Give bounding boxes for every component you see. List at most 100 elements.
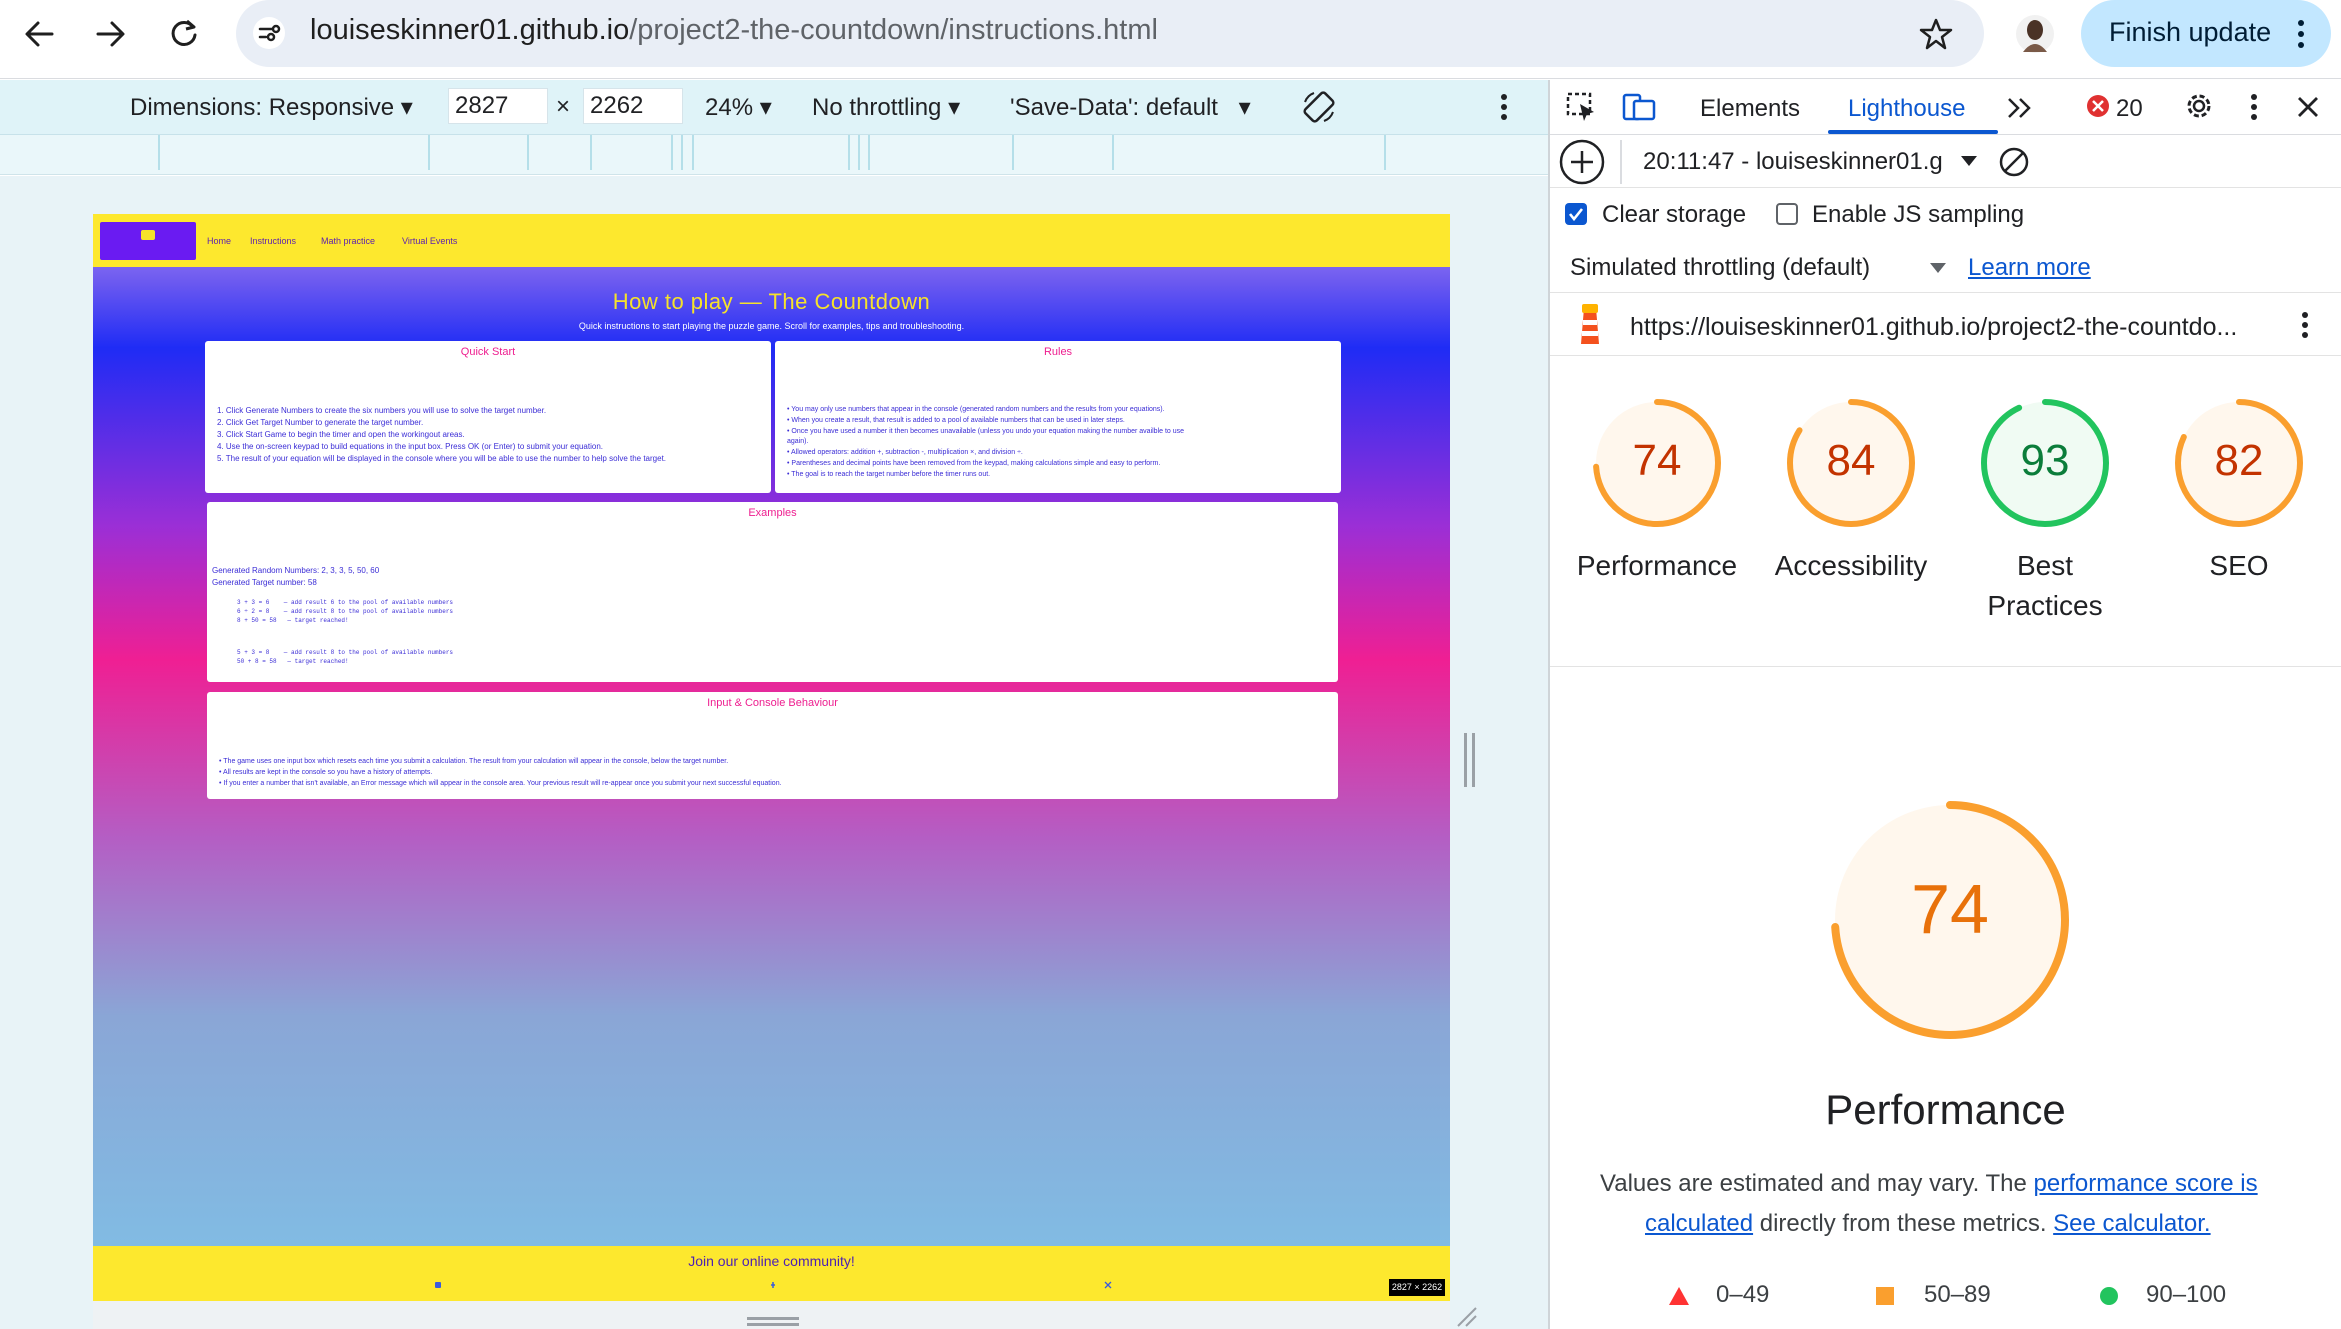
examples-card: Examples Generated Random Numbers: 2, 3,… — [207, 502, 1338, 682]
forward-arrow-icon[interactable] — [96, 20, 126, 48]
best-label: Best — [2016, 550, 2074, 581]
performance-label: Performance — [1576, 550, 1738, 581]
report-dropdown-icon[interactable] — [1960, 155, 1978, 167]
save-data-select[interactable]: 'Save-Data': default ▾ — [1010, 93, 1251, 122]
ruler-tick — [671, 135, 673, 170]
audited-url[interactable]: https://louiseskinner01.github.io/projec… — [1630, 313, 2237, 342]
dimensions-select[interactable]: Dimensions: Responsive ▾ — [130, 93, 413, 122]
height-input[interactable]: 2262 — [583, 88, 683, 124]
devtools-menu-icon[interactable] — [2250, 94, 2258, 120]
ruler-tick — [858, 135, 860, 170]
url-path: /project2-the-countdown/instructions.htm… — [629, 14, 1158, 46]
profile-avatar-icon[interactable] — [2015, 14, 2055, 54]
throttling-select[interactable]: Simulated throttling (default) — [1570, 254, 1870, 282]
nav-link-virtual-events[interactable]: Virtual Events — [402, 236, 457, 246]
js-sampling-checkbox[interactable] — [1776, 203, 1798, 225]
js-sampling-label: Enable JS sampling — [1812, 201, 2025, 228]
calculated-link[interactable]: calculated — [1645, 1210, 1753, 1237]
back-arrow-icon[interactable] — [24, 20, 54, 48]
error-icon[interactable] — [2086, 94, 2110, 118]
dimension-badge: 2827 × 2262 — [1389, 1279, 1445, 1296]
learn-more-link[interactable]: Learn more — [1968, 254, 2091, 282]
ruler-tick — [428, 135, 430, 170]
card-title: Examples — [748, 507, 797, 519]
site-logo[interactable] — [100, 222, 196, 260]
list-item: 1. Click Generate Numbers to create the … — [217, 406, 547, 415]
zoom-label: 24% — [705, 94, 754, 121]
list-item: 5. The result of your equation will be d… — [217, 454, 667, 463]
quick-start-card: Quick Start 1. Click Generate Numbers to… — [205, 341, 771, 493]
dimensions-label: Dimensions: Responsive — [130, 94, 395, 121]
error-count[interactable]: 20 — [2116, 95, 2143, 123]
fail-triangle-icon — [1668, 1286, 1690, 1306]
list-item: • All results are kept in the console so… — [219, 769, 433, 776]
list-item: • When you create a result, that result … — [787, 417, 1125, 424]
inspect-element-icon[interactable] — [1566, 92, 1598, 122]
reload-icon[interactable] — [168, 18, 198, 48]
list-item: • You may only use numbers that appear i… — [787, 406, 1165, 413]
url-domain: louiseskinner01.github.io — [310, 14, 630, 46]
throttling-dropdown-icon[interactable] — [1929, 262, 1947, 274]
tab-elements[interactable]: Elements — [1700, 95, 1800, 123]
ruler-tick — [1012, 135, 1014, 170]
social-icon-instagram[interactable] — [434, 1281, 442, 1289]
ruler-tick — [527, 135, 529, 170]
nav-link-home[interactable]: Home — [207, 236, 231, 246]
zoom-select[interactable]: 24% ▾ — [705, 93, 772, 122]
width-input[interactable]: 2827 — [448, 88, 548, 124]
new-report-plus-icon[interactable] — [1558, 139, 1606, 185]
clear-storage-label: Clear storage — [1602, 201, 1747, 228]
accessibility-score: 84 — [1826, 436, 1876, 485]
url-text[interactable]: louiseskinner01.github.io/project2-the-c… — [310, 14, 1158, 47]
media-query-ruler[interactable] — [0, 135, 1548, 175]
bookmark-star-icon[interactable] — [1919, 18, 1953, 50]
more-options-icon[interactable] — [1500, 94, 1508, 120]
desc-text: directly from these metrics. — [1753, 1210, 2054, 1237]
rules-card: Rules • You may only use numbers that ap… — [775, 341, 1341, 493]
rotate-icon[interactable] — [1302, 90, 1336, 124]
resize-handle-icon[interactable] — [1463, 733, 1477, 787]
nav-link-math-practice[interactable]: Math practice — [321, 236, 375, 246]
throttling-select[interactable]: No throttling ▾ — [812, 93, 960, 122]
toolbar-divider — [1620, 140, 1622, 184]
ruler-tick — [590, 135, 592, 170]
card-title: Quick Start — [460, 346, 516, 358]
example-code-b: 5 + 3 = 8 — add result 8 to the pool of … — [237, 649, 454, 665]
site-settings-icon[interactable] — [252, 16, 286, 50]
example-code-a: 3 + 3 = 6 — add result 6 to the pool of … — [237, 599, 454, 624]
social-icon-x[interactable] — [1104, 1281, 1112, 1289]
close-devtools-icon[interactable] — [2297, 96, 2319, 118]
ruler-tick — [1112, 135, 1114, 170]
site-footer: Join our online community! — [93, 1246, 1450, 1301]
finish-update-button[interactable]: Finish update — [2081, 0, 2331, 67]
list-item: 3. Click Start Game to begin the timer a… — [217, 430, 465, 439]
throttling-label: No throttling — [812, 94, 942, 121]
corner-resize-icon[interactable] — [1456, 1306, 1478, 1328]
card-title: Rules — [1043, 346, 1073, 358]
see-calculator-link[interactable]: See calculator. — [2053, 1210, 2210, 1237]
more-tabs-chevron-icon[interactable] — [2006, 96, 2034, 120]
tab-lighthouse[interactable]: Lighthouse — [1848, 95, 1965, 123]
clear-storage-checkbox[interactable] — [1565, 203, 1587, 225]
generated-target: Generated Target number: 58 — [212, 578, 317, 587]
device-toggle-icon[interactable] — [1622, 92, 1656, 122]
legend-fail: 0–49 — [1716, 1281, 1770, 1308]
card-title: Input & Console Behaviour — [707, 697, 838, 709]
performance-score: 74 — [1632, 436, 1682, 485]
list-item: • Once you have used a number it then be… — [787, 428, 1185, 435]
url-row-menu-icon[interactable] — [2301, 312, 2309, 338]
lighthouse-logo-icon — [1574, 304, 1606, 348]
performance-score-link[interactable]: performance score is — [2034, 1170, 2258, 1197]
generated-numbers: Generated Random Numbers: 2, 3, 3, 5, 50… — [212, 566, 380, 575]
list-item: • Parentheses and decimal points have be… — [787, 460, 1161, 467]
clear-report-icon[interactable] — [1998, 146, 2030, 178]
settings-gear-icon[interactable] — [2183, 90, 2215, 122]
social-icon-facebook[interactable] — [769, 1281, 777, 1289]
list-item: 2. Click Get Target Number to generate t… — [217, 418, 424, 427]
report-select[interactable]: 20:11:47 - louiseskinner01.g — [1643, 148, 1958, 176]
active-tab-indicator — [1828, 130, 1998, 134]
nav-link-instructions[interactable]: Instructions — [250, 236, 296, 246]
ruler-tick — [868, 135, 870, 170]
ruler-tick — [681, 135, 683, 170]
kebab-menu-icon[interactable] — [2297, 19, 2305, 49]
